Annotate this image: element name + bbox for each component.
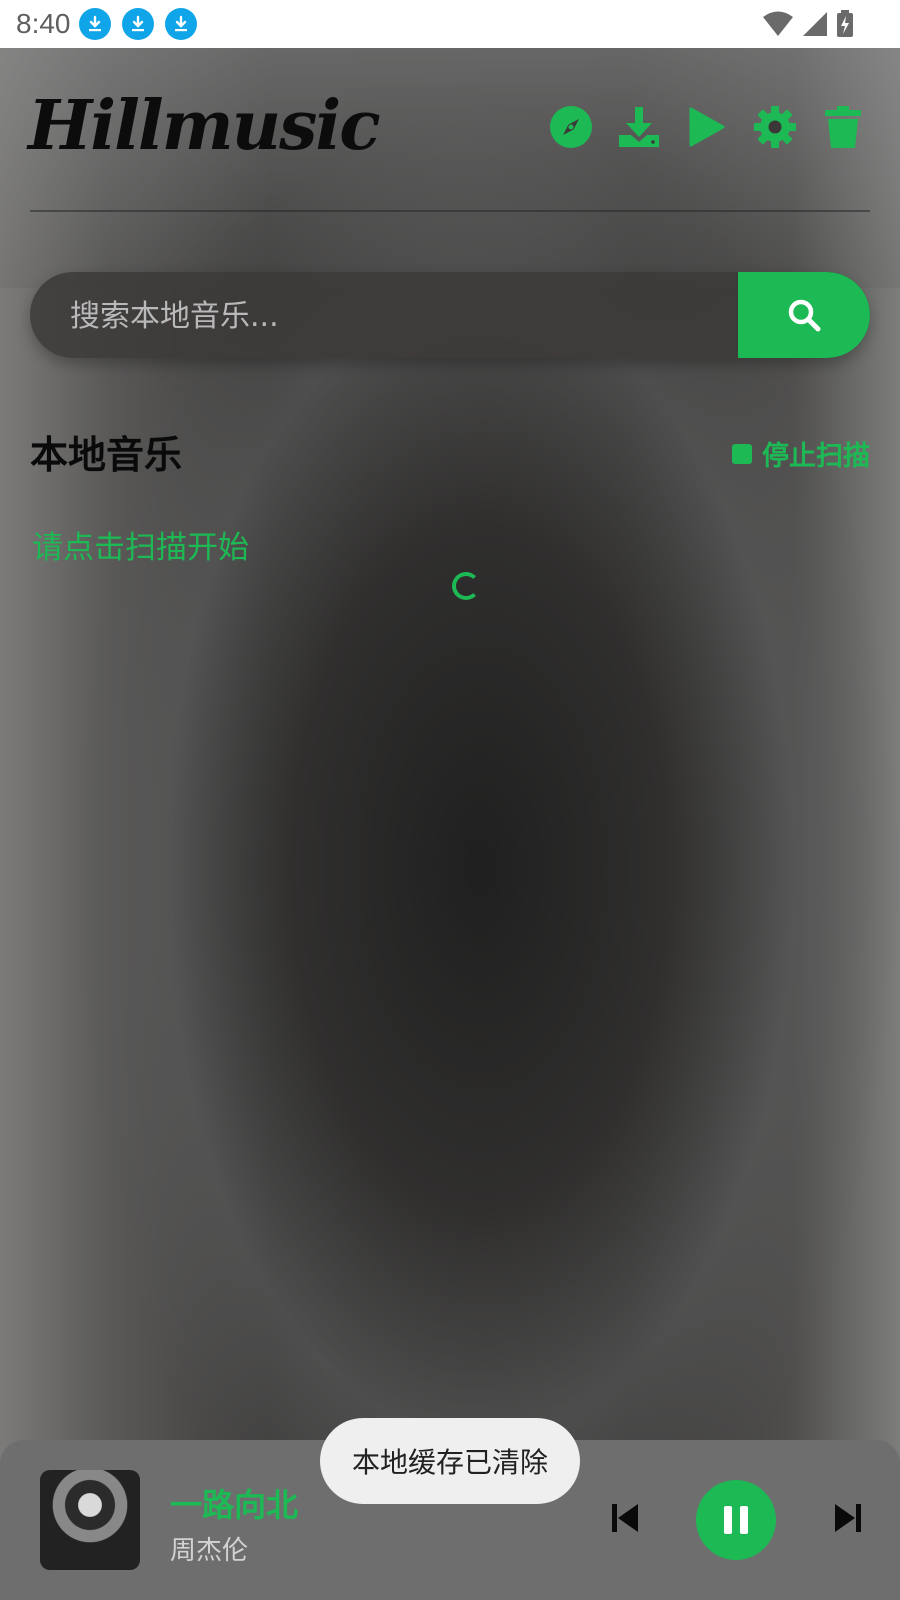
song-title: 一路向北 xyxy=(170,1486,299,1524)
download-icon[interactable] xyxy=(616,104,662,150)
search-icon xyxy=(788,299,821,332)
download-icon xyxy=(165,8,197,40)
download-icon xyxy=(122,8,154,40)
album-cover[interactable] xyxy=(40,1470,140,1570)
toast-message: 本地缓存已清除 xyxy=(320,1418,580,1504)
skip-next-icon xyxy=(835,1504,861,1532)
compass-icon[interactable] xyxy=(548,104,594,150)
header-actions xyxy=(548,104,866,150)
status-time: 8:40 xyxy=(16,8,71,39)
signal-icon xyxy=(803,12,827,36)
stop-icon xyxy=(732,443,752,464)
status-bar: 8:40 xyxy=(0,0,900,48)
play-icon[interactable] xyxy=(684,104,730,150)
song-artist: 周杰伦 xyxy=(170,1536,249,1566)
trash-icon[interactable] xyxy=(820,104,866,150)
wifi-icon xyxy=(763,11,793,36)
background-top-shade xyxy=(0,48,900,288)
system-icons xyxy=(762,10,854,38)
next-button[interactable] xyxy=(828,1498,868,1538)
loading-spinner xyxy=(452,572,480,600)
pause-icon xyxy=(724,1506,748,1534)
skip-previous-icon xyxy=(612,1504,638,1532)
battery-charging-icon xyxy=(837,10,853,37)
stop-scan-button[interactable]: 停止扫描 xyxy=(732,434,870,473)
pause-button[interactable] xyxy=(696,1480,776,1560)
search-input[interactable] xyxy=(30,272,772,358)
header-divider xyxy=(30,210,870,212)
search-button[interactable] xyxy=(738,272,870,358)
app-logo: Hillmusic xyxy=(28,86,381,166)
gear-icon[interactable] xyxy=(752,104,798,150)
download-icon xyxy=(79,8,111,40)
scan-hint: 请点击扫描开始 xyxy=(32,530,249,566)
previous-button[interactable] xyxy=(605,1498,645,1538)
section-title: 本地音乐 xyxy=(30,433,183,477)
stop-scan-label: 停止扫描 xyxy=(762,441,870,472)
search-bar xyxy=(30,272,870,358)
